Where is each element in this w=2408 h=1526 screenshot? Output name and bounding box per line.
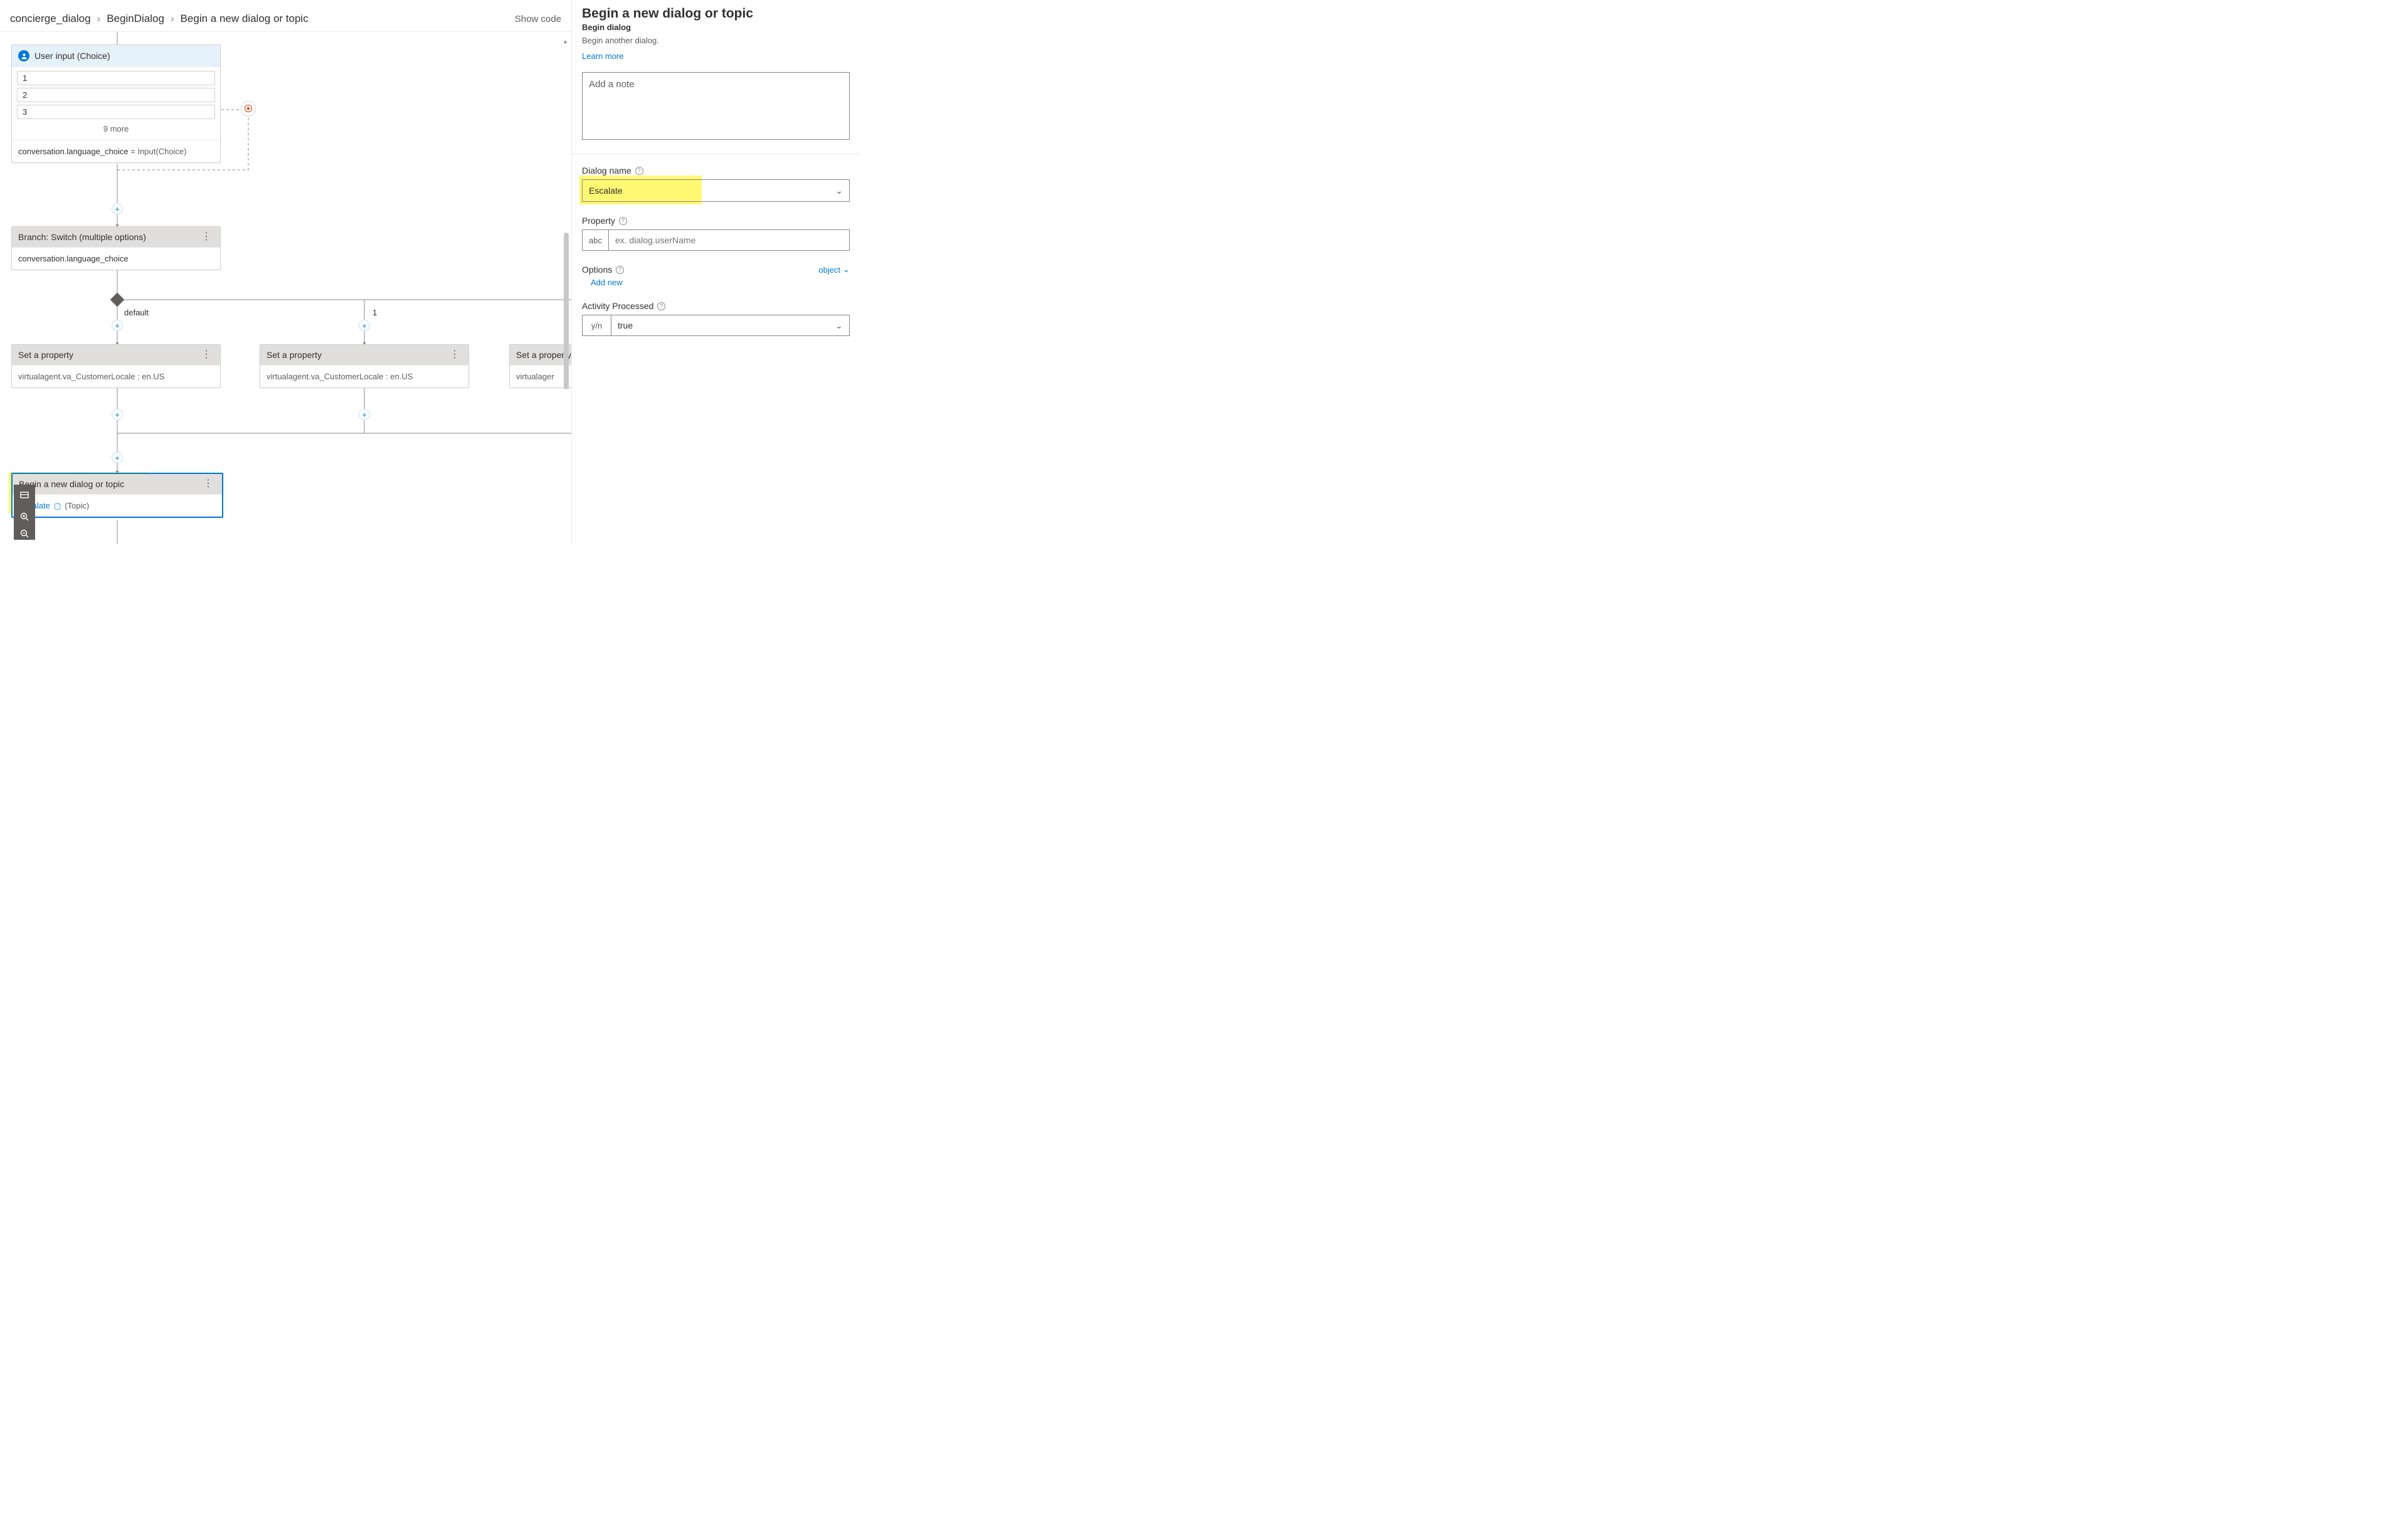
label-text: Activity Processed bbox=[582, 301, 653, 311]
minimap-button[interactable] bbox=[14, 485, 35, 506]
activity-processed-label: Activity Processed ? bbox=[582, 301, 850, 311]
node-header: Set a property ⋮ bbox=[12, 345, 220, 366]
canvas-scrollbar[interactable]: ▴ bbox=[562, 38, 570, 537]
scroll-thumb[interactable] bbox=[564, 233, 569, 389]
options-label: Options ? bbox=[582, 265, 624, 275]
chevron-down-icon: ⌄ bbox=[835, 320, 843, 331]
property-input[interactable] bbox=[608, 229, 850, 251]
node-header: Set a property ⋮ bbox=[260, 345, 468, 366]
switch-node[interactable]: Branch: Switch (multiple options) ⋮ conv… bbox=[11, 226, 221, 270]
breadcrumb-item-0[interactable]: concierge_dialog bbox=[10, 13, 91, 25]
node-header: Branch: Switch (multiple options) ⋮ bbox=[12, 227, 220, 248]
breadcrumb-item-2[interactable]: Begin a new dialog or topic bbox=[181, 13, 309, 25]
interrupt-badge[interactable] bbox=[241, 101, 256, 116]
set-property-node[interactable]: Set a property ⋮ virtualagent.va_Custome… bbox=[11, 344, 221, 388]
dialog-name-label: Dialog name ? bbox=[582, 166, 850, 176]
property-prefix: abc bbox=[582, 229, 608, 251]
note-input[interactable]: Add a note bbox=[582, 72, 850, 140]
branch-label-default: default bbox=[124, 308, 149, 317]
more-icon[interactable]: ⋮ bbox=[447, 350, 462, 360]
info-icon[interactable]: ? bbox=[635, 167, 643, 175]
add-action-button[interactable]: + bbox=[359, 320, 370, 331]
add-action-button[interactable]: + bbox=[112, 409, 123, 420]
add-action-button[interactable]: + bbox=[359, 409, 370, 420]
branch-label-1: 1 bbox=[372, 308, 377, 317]
zoom-in-button[interactable] bbox=[14, 506, 35, 527]
show-code-button[interactable]: Show code bbox=[515, 14, 561, 24]
dialog-suffix: (Topic) bbox=[65, 501, 89, 510]
choice-item[interactable]: 1 bbox=[17, 71, 215, 85]
choice-item[interactable]: 3 bbox=[17, 105, 215, 119]
canvas-wrapper: default 1 + + + + + + User input (Choice… bbox=[0, 31, 571, 544]
more-icon[interactable]: ⋮ bbox=[199, 232, 214, 242]
user-input-variable: conversation.language_choice bbox=[18, 147, 129, 156]
panel-description: Begin another dialog. bbox=[582, 36, 850, 45]
user-input-node[interactable]: User input (Choice) 1 2 3 9 more convers… bbox=[11, 45, 221, 163]
breadcrumb: concierge_dialog › BeginDialog › Begin a… bbox=[10, 13, 309, 25]
begin-dialog-body: Escalate ▢ (Topic) bbox=[13, 495, 222, 517]
begin-dialog-node[interactable]: Begin a new dialog or topic ⋮ Escalate ▢… bbox=[11, 473, 223, 518]
options-type-select[interactable]: object ⌄ bbox=[818, 265, 850, 275]
node-title: Set a property bbox=[267, 350, 322, 360]
label-text: Property bbox=[582, 216, 615, 226]
interrupt-icon bbox=[245, 105, 252, 112]
panel-subtitle: Begin dialog bbox=[582, 23, 850, 32]
setprop-body: virtualagent.va_CustomerLocale : en.US bbox=[12, 366, 220, 387]
info-icon[interactable]: ? bbox=[619, 217, 627, 225]
more-icon[interactable]: ⋮ bbox=[201, 479, 216, 489]
options-header: Options ? object ⌄ bbox=[582, 265, 850, 275]
dialog-name-select[interactable]: Escalate ⌄ bbox=[582, 179, 850, 202]
open-in-new-icon[interactable]: ▢ bbox=[54, 502, 61, 510]
user-input-footer: conversation.language_choice = Input(Cho… bbox=[12, 140, 220, 162]
add-action-button[interactable]: + bbox=[112, 203, 123, 214]
chevron-right-icon: › bbox=[171, 13, 174, 25]
activity-processed-field: y/n true ⌄ bbox=[582, 315, 850, 336]
left-pane: concierge_dialog › BeginDialog › Begin a… bbox=[0, 0, 571, 544]
setprop-body: virtualagent.va_CustomerLocale : en.US bbox=[260, 366, 468, 387]
chevron-right-icon: › bbox=[97, 13, 101, 25]
info-icon[interactable]: ? bbox=[616, 266, 624, 274]
switch-diamond-icon bbox=[110, 293, 125, 307]
zoom-out-button[interactable] bbox=[14, 527, 35, 540]
switch-expression: conversation.language_choice bbox=[12, 248, 220, 270]
user-input-eq: = Input(Choice) bbox=[129, 147, 187, 156]
add-action-button[interactable]: + bbox=[112, 452, 123, 463]
add-option-link[interactable]: Add new bbox=[591, 278, 623, 287]
add-action-button[interactable]: + bbox=[112, 320, 123, 331]
choice-item[interactable]: 2 bbox=[17, 88, 215, 102]
node-title: User input (Choice) bbox=[34, 51, 110, 61]
chevron-down-icon: ⌄ bbox=[843, 265, 850, 275]
properties-panel: Begin a new dialog or topic Begin dialog… bbox=[571, 0, 860, 544]
chevron-down-icon: ⌄ bbox=[835, 186, 843, 196]
choice-more[interactable]: 9 more bbox=[17, 122, 215, 139]
info-icon[interactable]: ? bbox=[657, 302, 665, 310]
node-header: Begin a new dialog or topic ⋮ bbox=[13, 474, 222, 495]
authoring-canvas[interactable]: default 1 + + + + + + User input (Choice… bbox=[0, 32, 571, 544]
more-icon[interactable]: ⋮ bbox=[199, 350, 214, 360]
property-field: abc bbox=[582, 229, 850, 251]
node-title: Branch: Switch (multiple options) bbox=[18, 232, 146, 242]
dialog-name-value: Escalate bbox=[589, 186, 623, 196]
label-text: Dialog name bbox=[582, 166, 631, 176]
set-property-node[interactable]: Set a property ⋮ virtualagent.va_Custome… bbox=[260, 344, 469, 388]
activity-processed-select[interactable]: true ⌄ bbox=[611, 315, 850, 336]
property-label: Property ? bbox=[582, 216, 850, 226]
options-type-value: object bbox=[818, 265, 840, 275]
label-text: Options bbox=[582, 265, 612, 275]
activity-prefix: y/n bbox=[582, 315, 611, 336]
breadcrumb-item-1[interactable]: BeginDialog bbox=[107, 13, 164, 25]
dialog-name-field: Escalate ⌄ bbox=[582, 179, 850, 202]
canvas-tools bbox=[14, 485, 35, 540]
node-header: User input (Choice) bbox=[12, 45, 220, 67]
learn-more-link[interactable]: Learn more bbox=[582, 51, 850, 61]
choice-list: 1 2 3 9 more bbox=[12, 67, 220, 140]
node-title: Set a property bbox=[18, 350, 73, 360]
panel-title: Begin a new dialog or topic bbox=[582, 6, 850, 21]
breadcrumb-bar: concierge_dialog › BeginDialog › Begin a… bbox=[0, 0, 571, 31]
user-icon bbox=[18, 50, 29, 61]
activity-processed-value: true bbox=[618, 320, 633, 330]
